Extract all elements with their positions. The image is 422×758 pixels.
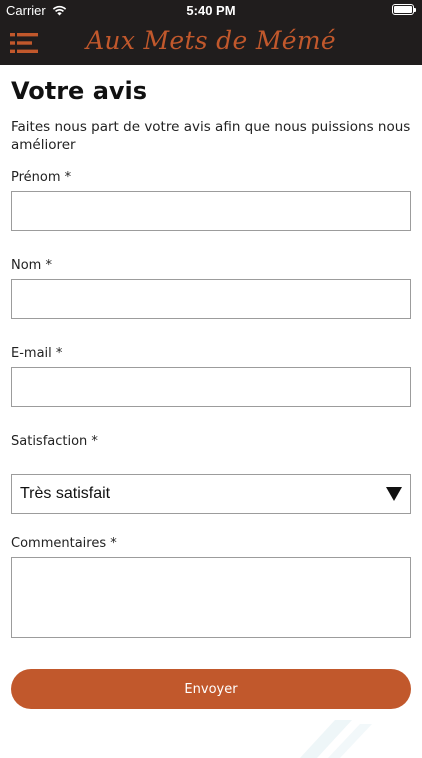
first-name-label: Prénom * — [11, 170, 72, 185]
email-label: E-mail * — [11, 346, 63, 361]
satisfaction-select[interactable]: Très satisfait — [11, 474, 411, 514]
intro-text: Faites nous part de votre avis afin que … — [11, 119, 411, 153]
feedback-intro: Votre avis Faites nous part de votre avi… — [11, 76, 411, 154]
page-title: Votre avis — [11, 77, 148, 105]
satisfaction-label: Satisfaction * — [11, 434, 98, 449]
first-name-input[interactable] — [11, 191, 411, 231]
submit-button[interactable]: Envoyer — [11, 669, 411, 709]
status-right — [392, 4, 416, 15]
comments-textarea[interactable] — [11, 557, 411, 638]
comments-label: Commentaires * — [11, 536, 117, 551]
status-bar: Carrier 5:40 PM — [0, 0, 422, 22]
battery-level — [394, 6, 412, 13]
decorative-background-shape — [300, 720, 372, 758]
last-name-input[interactable] — [11, 279, 411, 319]
dropdown-arrow-icon — [386, 487, 402, 501]
battery-icon — [392, 4, 416, 15]
brand-title: Aux Mets de Mémé — [86, 26, 336, 55]
last-name-label: Nom * — [11, 258, 52, 273]
status-time: 5:40 PM — [186, 3, 236, 18]
email-input[interactable] — [11, 367, 411, 407]
app-header: Aux Mets de Mémé — [0, 22, 422, 65]
satisfaction-selected-value: Très satisfait — [20, 485, 111, 502]
